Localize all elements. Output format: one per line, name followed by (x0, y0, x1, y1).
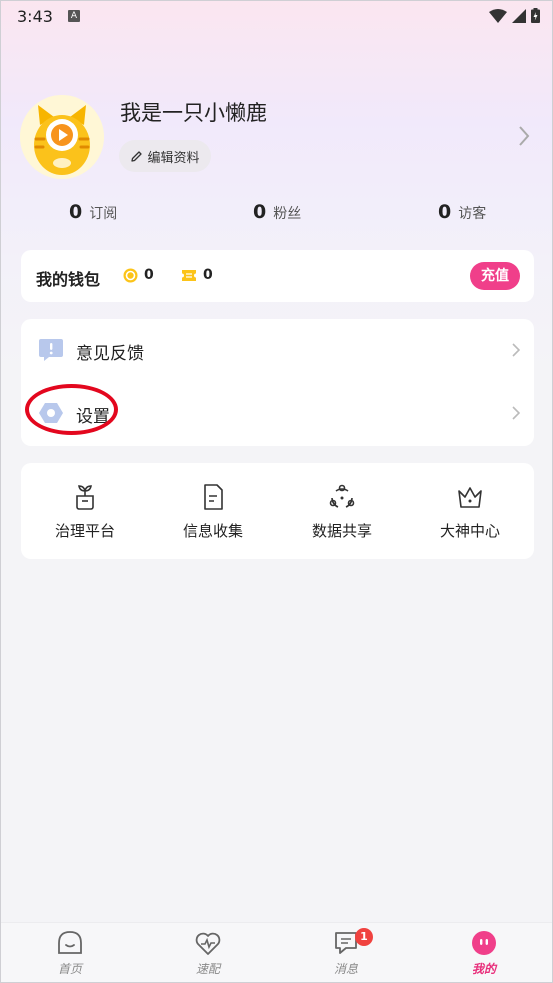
settings-icon (39, 403, 63, 423)
status-icons (489, 8, 540, 23)
stat-value: 0 (438, 201, 452, 223)
tool-label: 信息收集 (182, 522, 243, 540)
stats-row: 0 订阅 0 粉丝 0 访客 (1, 201, 552, 231)
edit-profile-button[interactable]: 编辑资料 (119, 140, 211, 172)
notification-icon: A (68, 10, 80, 22)
menu-item-feedback[interactable]: 意见反馈 (21, 319, 534, 381)
tools-card: 治理平台 信息收集 数据共享 大神中心 (21, 463, 534, 559)
nav-profile[interactable]: 我的 (439, 923, 529, 982)
tiger-avatar-icon (20, 95, 104, 179)
wallet-card[interactable]: 我的钱包 0 0 充值 (21, 250, 534, 302)
tool-label: 数据共享 (311, 522, 372, 540)
wallet-tickets: 0 (181, 267, 213, 283)
tool-governance[interactable]: 治理平台 (21, 463, 149, 559)
recharge-button[interactable]: 充值 (470, 262, 520, 290)
tool-label: 治理平台 (54, 522, 115, 540)
coin-icon (123, 268, 138, 282)
feedback-icon (39, 339, 63, 361)
signal-icon (512, 8, 526, 23)
username: 我是一只小懒鹿 (120, 101, 267, 125)
stat-subscriptions[interactable]: 0 订阅 (69, 201, 117, 223)
nav-match[interactable]: 速配 (163, 923, 253, 982)
chevron-right-icon[interactable] (518, 125, 530, 147)
pencil-icon (131, 150, 143, 162)
status-bar: 3:43 A (1, 1, 552, 31)
stat-label: 粉丝 (273, 206, 302, 222)
home-icon (58, 931, 82, 954)
tool-info-collection[interactable]: 信息收集 (149, 463, 277, 559)
status-time: 3:43 (17, 7, 53, 26)
stat-value: 0 (69, 201, 83, 223)
plant-icon (76, 485, 94, 510)
stat-followers[interactable]: 0 粉丝 (253, 201, 301, 223)
crown-icon (458, 487, 482, 508)
chevron-right-icon (512, 406, 520, 420)
wifi-icon (489, 8, 507, 23)
profile-page: 3:43 A 我是一只小懒鹿 编辑资料 0 订阅 0 粉丝 0 访客 我的钱包 … (0, 0, 553, 983)
stat-value: 0 (253, 201, 267, 223)
stat-label: 订阅 (89, 206, 118, 222)
profile-icon (472, 931, 496, 955)
tool-master-center[interactable]: 大神中心 (406, 463, 534, 559)
nav-messages[interactable]: 1 消息 (301, 923, 391, 982)
avatar[interactable] (20, 95, 104, 179)
settings-menu-card: 意见反馈 设置 (21, 319, 534, 446)
nav-label: 首页 (57, 962, 82, 976)
battery-icon (531, 8, 540, 23)
nav-label: 消息 (333, 962, 358, 976)
ticket-count: 0 (203, 267, 213, 283)
edit-profile-label: 编辑资料 (147, 150, 200, 166)
ticket-icon (182, 269, 196, 281)
share-icon (329, 484, 355, 508)
heart-pulse-icon (195, 932, 221, 955)
tool-data-sharing[interactable]: 数据共享 (278, 463, 406, 559)
menu-item-label: 设置 (76, 407, 110, 427)
menu-item-label: 意见反馈 (76, 344, 144, 364)
wallet-coins: 0 (123, 267, 154, 283)
document-icon (204, 484, 223, 510)
menu-item-settings[interactable]: 设置 (21, 382, 534, 444)
nav-home[interactable]: 首页 (25, 923, 115, 982)
stat-label: 访客 (458, 206, 487, 222)
bottom-nav: 首页 速配 1 消息 我的 (1, 922, 552, 982)
unread-badge: 1 (355, 928, 373, 946)
wallet-title: 我的钱包 (36, 270, 101, 289)
nav-label: 速配 (195, 962, 220, 976)
chevron-right-icon (512, 343, 520, 357)
stat-visitors[interactable]: 0 访客 (438, 201, 486, 223)
tool-label: 大神中心 (439, 522, 500, 540)
nav-label: 我的 (471, 962, 496, 976)
coin-count: 0 (144, 267, 154, 283)
